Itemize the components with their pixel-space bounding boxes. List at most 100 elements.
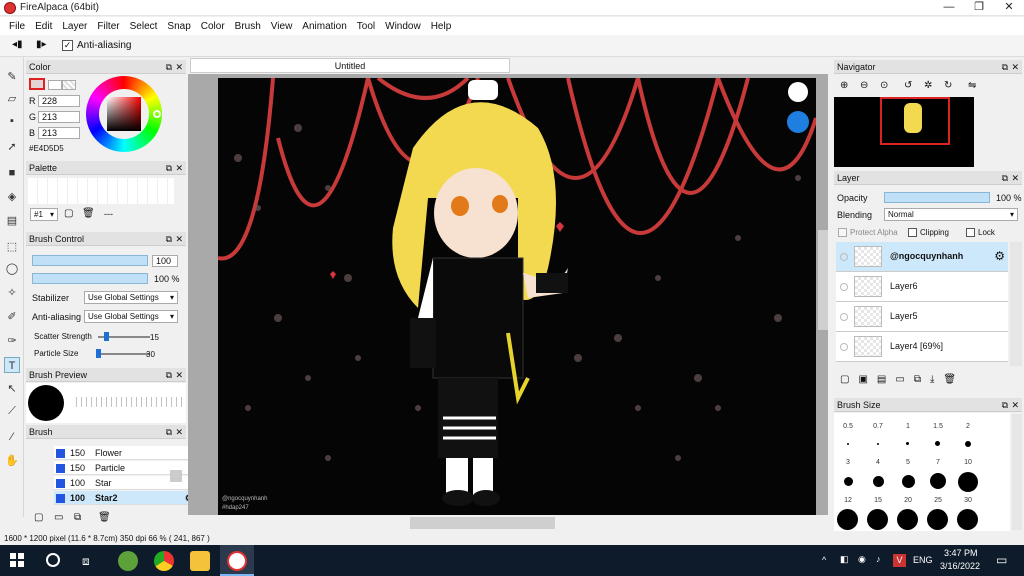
menu-window[interactable]: Window [380,21,426,32]
panel-float-icon[interactable]: ⧉ [166,368,172,382]
brush-width-input[interactable]: 100 [152,255,178,267]
new-folder-icon[interactable]: ▭ [895,374,913,385]
scatter-handle[interactable] [104,332,109,341]
navigator-thumbnail[interactable] [834,97,974,167]
brush-item[interactable]: 150 Flower [54,446,195,460]
flip-icon[interactable]: ⇋ [968,80,976,91]
brush-size-dot[interactable] [867,509,888,530]
brush-size-dot[interactable] [902,475,915,488]
new-palette-icon[interactable]: ▢ [64,208,73,219]
layer-row[interactable]: Layer6 [836,272,1008,302]
close-button[interactable]: ✕ [994,0,1024,16]
layer-row[interactable]: Layer4 [69%] [836,332,1008,362]
brush-size-panel[interactable]: 0.5 0.7 1 1.5 2 3 4 5 7 10 12 15 20 25 3… [834,413,1010,531]
menu-animation[interactable]: Animation [297,21,351,32]
lasso-tool-icon[interactable]: ◯ [4,261,20,277]
clock-time[interactable]: 3:47 PM [944,548,978,558]
zoom-reset-icon[interactable]: ⊙ [880,80,888,91]
palette-swatches[interactable] [28,178,174,204]
brush-size-dot[interactable] [935,441,940,446]
saturation-value-square[interactable] [107,97,141,131]
protect-alpha-checkbox[interactable] [838,228,847,237]
select-pen-tool-icon[interactable]: ✐ [4,309,20,325]
panel-close-icon[interactable]: ✕ [175,232,183,246]
palette-index-select[interactable]: #1 [30,208,58,221]
panel-close-icon[interactable]: ✕ [1011,60,1019,74]
eye-icon[interactable] [840,343,848,351]
language-indicator[interactable]: ENG [913,555,933,565]
document-tab[interactable]: Untitled [190,58,510,73]
brush-item-selected[interactable]: 100Star2⚙ [54,491,195,505]
brush-size-dot[interactable] [930,473,946,489]
panel-float-icon[interactable]: ⧉ [1002,171,1008,185]
brush-size-dot[interactable] [847,443,849,445]
firealpaca-taskbar-button[interactable] [220,545,254,576]
task-view-icon[interactable]: ⧈ [82,554,90,569]
transparent-swatch[interactable] [62,80,76,90]
magic-wand-tool-icon[interactable]: ✧ [4,285,20,301]
volume-icon[interactable]: ♪ [876,554,881,564]
eyedropper-tool-icon[interactable]: ⁄ [4,429,20,445]
panel-close-icon[interactable]: ✕ [175,425,183,439]
gradation-tool-icon[interactable]: ▤ [4,213,20,229]
panel-close-icon[interactable]: ✕ [175,60,183,74]
menu-snap[interactable]: Snap [162,21,195,32]
brush-antialias-select[interactable]: Use Global Settings [84,310,178,323]
menu-select[interactable]: Select [125,21,163,32]
rotate-right-icon[interactable]: ↻ [944,80,952,91]
brush-size-dot[interactable] [965,441,971,447]
clipping-checkbox[interactable] [908,228,917,237]
menu-edit[interactable]: Edit [30,21,57,32]
duplicate-brush-icon[interactable]: ⧉ [74,512,81,523]
stabilizer-select[interactable]: Use Global Settings [84,291,178,304]
layer-settings-gear-icon[interactable]: ⚙ [994,249,1005,263]
brush-size-dot[interactable] [844,477,853,486]
vertical-scrollbar[interactable] [818,230,828,330]
layer-opacity-slider[interactable] [884,192,990,203]
panel-float-icon[interactable]: ⧉ [1002,398,1008,412]
antialias-checkbox[interactable]: ✓ [62,40,73,51]
artwork-canvas[interactable]: @ngocquynhanh #hdap247 [218,78,816,515]
eye-icon[interactable] [840,253,848,261]
prev-frame-icon[interactable]: ◂▮ [12,39,23,50]
particle-track[interactable] [98,353,150,355]
operation-tool-icon[interactable]: ↖ [4,381,20,397]
menu-filter[interactable]: Filter [92,21,124,32]
merge-layer-icon[interactable]: ⤓ [930,374,943,385]
menu-view[interactable]: View [266,21,298,32]
green-input[interactable]: 213 [38,111,80,123]
lock-checkbox[interactable] [966,228,975,237]
brush-size-dot[interactable] [877,443,879,445]
pen-tool-icon[interactable]: ✎ [4,69,20,85]
minimize-button[interactable]: — [934,0,964,16]
brush-size-dot[interactable] [873,476,884,487]
brush-width-slider[interactable] [32,255,148,266]
delete-layer-icon[interactable]: 🗑 [943,374,965,385]
rotate-reset-icon[interactable]: ✲ [924,80,932,91]
brush-size-dot[interactable] [897,509,918,530]
panel-close-icon[interactable]: ✕ [175,161,183,175]
sub-color-swatch[interactable] [48,80,62,90]
hue-wheel[interactable] [86,76,162,152]
new-8bit-layer-icon[interactable]: ▣ [858,374,876,385]
brush-size-dot[interactable] [927,509,948,530]
particle-handle[interactable] [96,349,101,358]
brush-list-scrollbar[interactable] [170,470,182,482]
menu-layer[interactable]: Layer [57,21,92,32]
main-color-swatch[interactable] [29,78,45,90]
move-tool-icon[interactable]: ➚ [4,139,20,155]
brush-size-dot[interactable] [957,509,978,530]
eye-icon[interactable] [840,313,848,321]
zoom-in-icon[interactable]: ⊕ [840,80,848,91]
brush-size-dot[interactable] [958,472,978,492]
fill-rect-tool-icon[interactable]: ■ [4,165,20,181]
zoom-out-icon[interactable]: ⊖ [860,80,868,91]
maximize-button[interactable]: ❐ [964,0,994,16]
panel-close-icon[interactable]: ✕ [175,368,183,382]
delete-brush-icon[interactable]: 🗑 [98,512,111,523]
layer-row[interactable]: Layer5 [836,302,1008,332]
brush-size-scrollbar[interactable] [1012,414,1022,530]
folder-brush-icon[interactable]: ▭ [54,512,63,523]
file-explorer-icon[interactable] [190,551,210,571]
windows-start-icon[interactable] [10,553,24,567]
